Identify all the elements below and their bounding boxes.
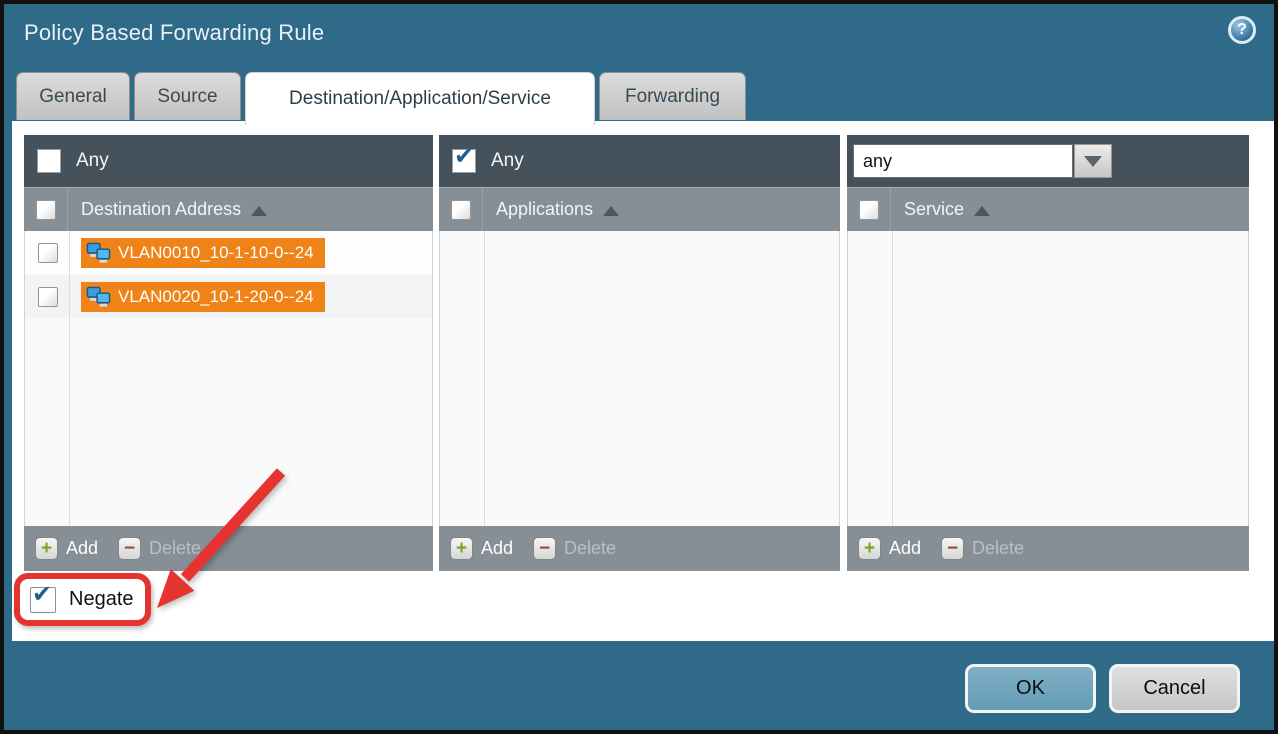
service-select-all-checkbox[interactable] bbox=[859, 200, 879, 220]
destination-select-all-checkbox[interactable] bbox=[36, 200, 56, 220]
delete-icon: − bbox=[941, 537, 964, 560]
network-icon bbox=[86, 242, 111, 265]
applications-toolbar: + Add − Delete bbox=[439, 526, 840, 571]
destination-any-label: Any bbox=[76, 150, 109, 172]
content-panel: ✔ Any Destination Address bbox=[12, 121, 1274, 641]
negate-label: Negate bbox=[69, 588, 134, 611]
tab-source[interactable]: Source bbox=[134, 72, 241, 120]
address-object[interactable]: VLAN0010_10-1-10-0--24 bbox=[81, 238, 325, 268]
delete-button[interactable]: − Delete bbox=[118, 537, 201, 560]
service-list bbox=[847, 231, 1249, 526]
help-icon[interactable]: ? bbox=[1228, 16, 1256, 44]
column-divider bbox=[892, 231, 893, 526]
destination-toolbar: + Add − Delete bbox=[24, 526, 433, 571]
dialog-title: Policy Based Forwarding Rule bbox=[24, 20, 324, 46]
add-button[interactable]: + Add bbox=[450, 537, 513, 560]
question-glyph: ? bbox=[1237, 21, 1247, 39]
applications-any-checkbox[interactable]: ✔ bbox=[452, 149, 476, 173]
address-object-name: VLAN0020_10-1-20-0--24 bbox=[118, 287, 314, 307]
negate-checkbox[interactable]: ✔ bbox=[30, 587, 56, 613]
row-checkbox[interactable] bbox=[38, 287, 58, 307]
ok-button[interactable]: OK bbox=[965, 664, 1096, 713]
dropdown-button[interactable] bbox=[1074, 144, 1112, 178]
applications-header-row: Applications bbox=[439, 187, 840, 231]
network-icon bbox=[86, 286, 111, 309]
applications-listbox: ✔ Any Applications + Add − Delete bbox=[439, 135, 840, 571]
negate-highlight-box: ✔ Negate bbox=[14, 573, 151, 626]
chevron-down-icon bbox=[1084, 156, 1102, 167]
tab-destination-application-service[interactable]: Destination/Application/Service bbox=[245, 72, 595, 125]
applications-column-header[interactable]: Applications bbox=[483, 199, 593, 220]
applications-select-all-checkbox[interactable] bbox=[451, 200, 471, 220]
applications-list bbox=[439, 231, 840, 526]
destination-any-checkbox[interactable]: ✔ bbox=[37, 149, 61, 173]
destination-header-row: Destination Address bbox=[24, 187, 433, 231]
delete-icon: − bbox=[533, 537, 556, 560]
address-object[interactable]: VLAN0020_10-1-20-0--24 bbox=[81, 282, 325, 312]
service-header-row: Service bbox=[847, 187, 1249, 231]
sort-ascending-icon bbox=[603, 206, 619, 216]
add-button[interactable]: + Add bbox=[35, 537, 98, 560]
sort-ascending-icon bbox=[251, 206, 267, 216]
checkmark-icon: ✔ bbox=[32, 580, 52, 608]
destination-list: VLAN0010_10-1-10-0--24 VLAN0020_10-1-20-… bbox=[24, 231, 433, 526]
sort-ascending-icon bbox=[974, 206, 990, 216]
delete-button[interactable]: − Delete bbox=[533, 537, 616, 560]
checkmark-icon: ✔ bbox=[454, 142, 474, 170]
pbf-rule-dialog: Policy Based Forwarding Rule ? General S… bbox=[0, 0, 1278, 734]
service-dropdown-value[interactable]: any bbox=[853, 144, 1073, 178]
tab-general[interactable]: General bbox=[16, 72, 130, 120]
column-divider bbox=[484, 231, 485, 526]
add-icon: + bbox=[450, 537, 473, 560]
service-listbox: any Service + Add − Delete bbox=[847, 135, 1249, 571]
delete-button[interactable]: − Delete bbox=[941, 537, 1024, 560]
service-toolbar: + Add − Delete bbox=[847, 526, 1249, 571]
address-object-name: VLAN0010_10-1-10-0--24 bbox=[118, 243, 314, 263]
service-dropdown-row: any bbox=[847, 135, 1249, 187]
add-icon: + bbox=[858, 537, 881, 560]
column-divider bbox=[69, 231, 70, 526]
applications-any-row: ✔ Any bbox=[439, 135, 840, 187]
add-icon: + bbox=[35, 537, 58, 560]
cancel-button[interactable]: Cancel bbox=[1109, 664, 1240, 713]
service-column-header[interactable]: Service bbox=[891, 199, 964, 220]
table-row: VLAN0020_10-1-20-0--24 bbox=[25, 275, 432, 319]
delete-icon: − bbox=[118, 537, 141, 560]
service-dropdown[interactable]: any bbox=[853, 144, 1112, 178]
destination-any-row: ✔ Any bbox=[24, 135, 433, 187]
tab-forwarding[interactable]: Forwarding bbox=[599, 72, 746, 120]
row-checkbox[interactable] bbox=[38, 243, 58, 263]
destination-address-listbox: ✔ Any Destination Address bbox=[24, 135, 433, 571]
applications-any-label: Any bbox=[491, 150, 524, 172]
destination-column-header[interactable]: Destination Address bbox=[68, 199, 241, 220]
add-button[interactable]: + Add bbox=[858, 537, 921, 560]
table-row: VLAN0010_10-1-10-0--24 bbox=[25, 231, 432, 275]
